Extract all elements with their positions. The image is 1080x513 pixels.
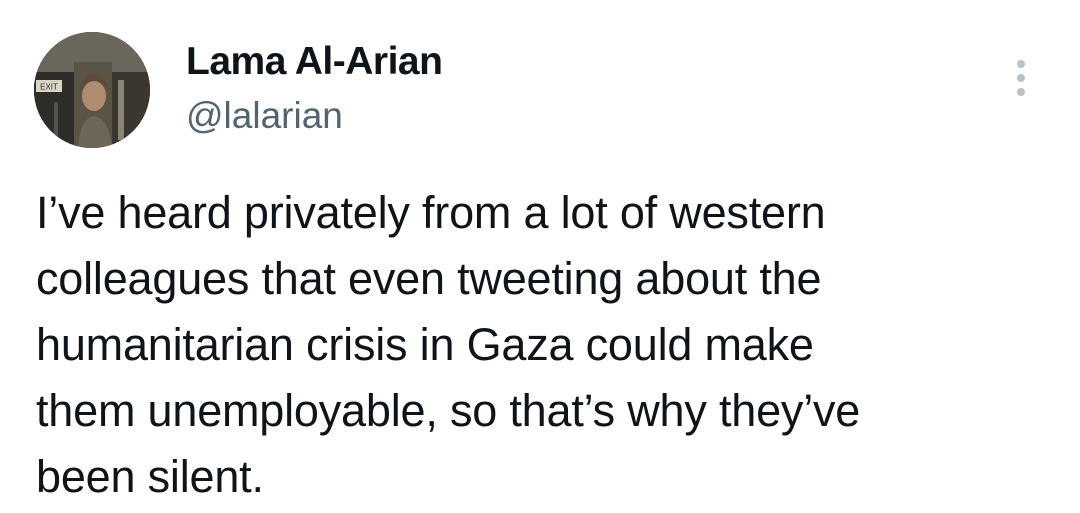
avatar[interactable]: EXIT — [34, 32, 150, 148]
exit-sign-text: EXIT — [40, 83, 58, 92]
tweet-text-line: I’ve heard privately from a lot of weste… — [36, 187, 826, 238]
tweet-card: EXIT Lama Al-Arian @lalarian I’ve heard … — [0, 0, 1080, 513]
menu-dot — [1017, 88, 1025, 96]
avatar-photo: EXIT — [34, 32, 150, 148]
tweet-text-line: been silent. — [36, 451, 264, 502]
tweet-text: I’ve heard privately from a lot of weste… — [36, 180, 1056, 510]
tweet-text-line: them unemployable, so that’s why they’ve — [36, 385, 861, 436]
tweet-text-line: humanitarian crisis in Gaza could make — [36, 319, 814, 370]
menu-dot — [1017, 74, 1025, 82]
menu-dot — [1017, 60, 1025, 68]
author-handle[interactable]: @lalarian — [186, 95, 343, 137]
author-name[interactable]: Lama Al-Arian — [186, 40, 443, 84]
more-vertical-icon[interactable] — [1004, 56, 1038, 100]
tweet-text-line: colleagues that even tweeting about the — [36, 253, 822, 304]
